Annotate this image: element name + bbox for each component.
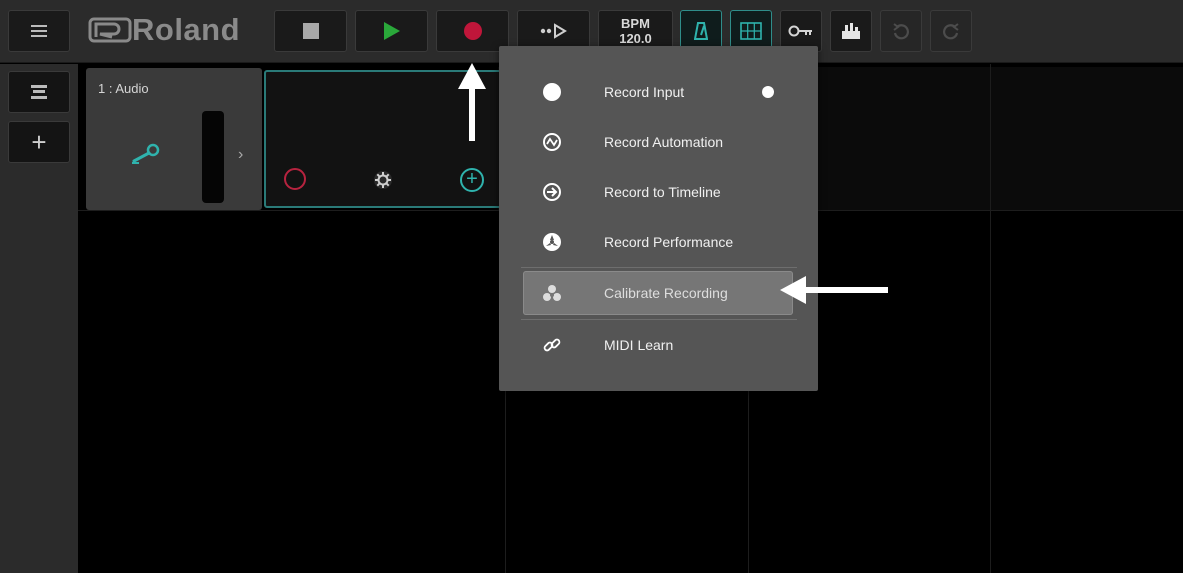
play-button[interactable] [355,10,428,52]
calibrate-icon [541,282,563,304]
menu-item-label: Calibrate Recording [604,285,728,301]
redo-icon [943,23,959,40]
track-name: 1 : Audio [98,81,149,96]
menu-item-record-input[interactable]: Record Input [499,68,818,116]
mixer-icon [842,23,860,39]
add-track-button[interactable]: + [8,121,70,163]
menu-separator [521,267,797,268]
brand-name: Roland [132,12,241,47]
menu-item-record-automation[interactable]: Record Automation [499,118,818,166]
hamburger-menu-icon [31,25,47,37]
menu-item-record-to-timeline[interactable]: Record to Timeline [499,168,818,216]
menu-item-label: Record Input [604,84,685,100]
bpm-label: BPM [621,16,650,31]
redo-button[interactable] [930,10,972,52]
tracks-icon [31,85,47,99]
annotation-arrow-up-icon [458,63,486,141]
grid-line [990,64,991,573]
record-button[interactable] [436,10,509,52]
selected-indicator [762,86,774,98]
link-icon [541,334,563,356]
stop-button[interactable] [274,10,347,52]
menu-item-label: MIDI Learn [604,337,674,353]
bpm-value: 120.0 [619,31,652,46]
left-sidebar: + [0,64,78,573]
metronome-icon [694,22,708,40]
gear-icon[interactable] [372,169,394,191]
stop-icon [302,23,319,39]
add-clip-icon[interactable]: + [460,168,484,192]
filled-circle-icon [541,81,563,103]
undo-icon [893,23,909,40]
menu-item-label: Record Automation [604,134,724,150]
automation-icon [541,131,563,153]
menu-item-calibrate-recording[interactable]: Calibrate Recording [523,271,793,315]
record-arm-icon[interactable] [284,168,306,190]
menu-item-midi-learn[interactable]: MIDI Learn [499,321,818,369]
plus-icon: + [31,127,47,157]
level-meter [202,111,224,203]
roland-r-mark-icon [88,17,132,43]
menu-item-label: Record to Timeline [604,184,721,200]
microphone-icon [132,143,160,164]
performance-icon [541,231,563,253]
grid-icon [740,22,762,40]
menu-item-record-performance[interactable]: Record Performance [499,218,818,266]
menu-item-label: Record Performance [604,234,734,250]
track-header[interactable]: 1 : Audio › [86,68,262,210]
menu-separator [521,319,797,320]
record-options-menu: Record Input Record Automation Record to… [499,46,818,391]
chevron-right-icon[interactable]: › [238,146,243,164]
annotation-arrow-left-icon [780,276,888,304]
play-icon [383,22,400,40]
loop-play-icon [540,23,567,39]
roland-logo: Roland [88,12,240,48]
mixer-button[interactable] [830,10,872,52]
tracks-view-button[interactable] [8,71,70,113]
undo-button[interactable] [880,10,922,52]
arrow-right-circle-icon [541,181,563,203]
key-icon [788,25,812,37]
record-icon [463,22,482,40]
main-menu-button[interactable] [8,10,70,52]
